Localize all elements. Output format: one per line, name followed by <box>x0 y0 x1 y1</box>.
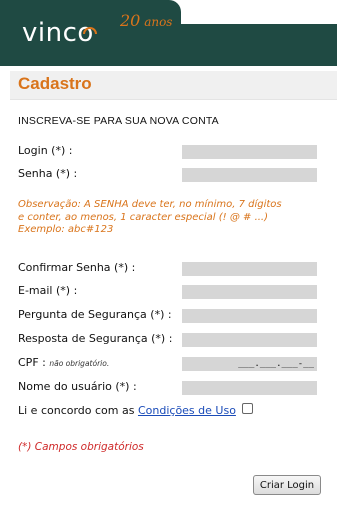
confirm-password-label: Confirmar Senha (*) : <box>18 261 136 274</box>
terms-checkbox[interactable] <box>242 403 253 414</box>
username-label: Nome do usuário (*) : <box>18 380 137 393</box>
terms-link[interactable]: Condições de Uso <box>138 404 236 417</box>
site-header: vinco 20 anos <box>0 0 337 66</box>
email-input[interactable] <box>182 285 317 299</box>
terms-row: Li e concordo com as Condições de Uso <box>18 404 236 417</box>
required-fields-note: (*) Campos obrigatórios <box>18 441 144 453</box>
cpf-label: CPF : não obrigatório. <box>18 356 109 369</box>
tagline-text: anos <box>144 15 173 29</box>
page-title-band: Cadastro <box>10 71 337 100</box>
cpf-input[interactable] <box>182 357 317 371</box>
note-line-2: e conter, ao menos, 1 caracter especial … <box>18 211 269 223</box>
tagline-number: 20 <box>120 11 141 30</box>
email-label: E-mail (*) : <box>18 284 78 297</box>
confirm-password-input[interactable] <box>182 262 317 276</box>
password-input[interactable] <box>182 168 317 182</box>
senha-label: Senha (*) : <box>18 167 78 180</box>
page-title: Cadastro <box>18 74 92 93</box>
login-input[interactable] <box>182 145 317 159</box>
anniversary-tagline: 20 anos <box>120 11 172 30</box>
security-answer-input[interactable] <box>182 333 317 347</box>
cpf-label-text: CPF : <box>18 356 46 369</box>
password-rules-note: Observação: A SENHA deve ter, no mínimo,… <box>18 199 323 237</box>
login-label: Login (*) : <box>18 144 73 157</box>
cpf-hint: não obrigatório. <box>49 359 110 368</box>
security-answer-label: Resposta de Segurança (*) : <box>18 332 173 345</box>
security-question-label: Pergunta de Segurança (*) : <box>18 308 172 321</box>
username-input[interactable] <box>182 381 317 395</box>
note-line-1: Observação: A SENHA deve ter, no mínimo,… <box>18 199 282 210</box>
note-line-3: Exemplo: abc#123 <box>18 224 114 235</box>
create-login-button[interactable]: Criar Login <box>253 475 321 495</box>
security-question-input[interactable] <box>182 309 317 323</box>
intro-text: INSCREVA-SE PARA SUA NOVA CONTA <box>18 115 219 127</box>
logo-swirl-icon <box>83 27 97 35</box>
terms-text: Li e concordo com as <box>18 404 138 417</box>
